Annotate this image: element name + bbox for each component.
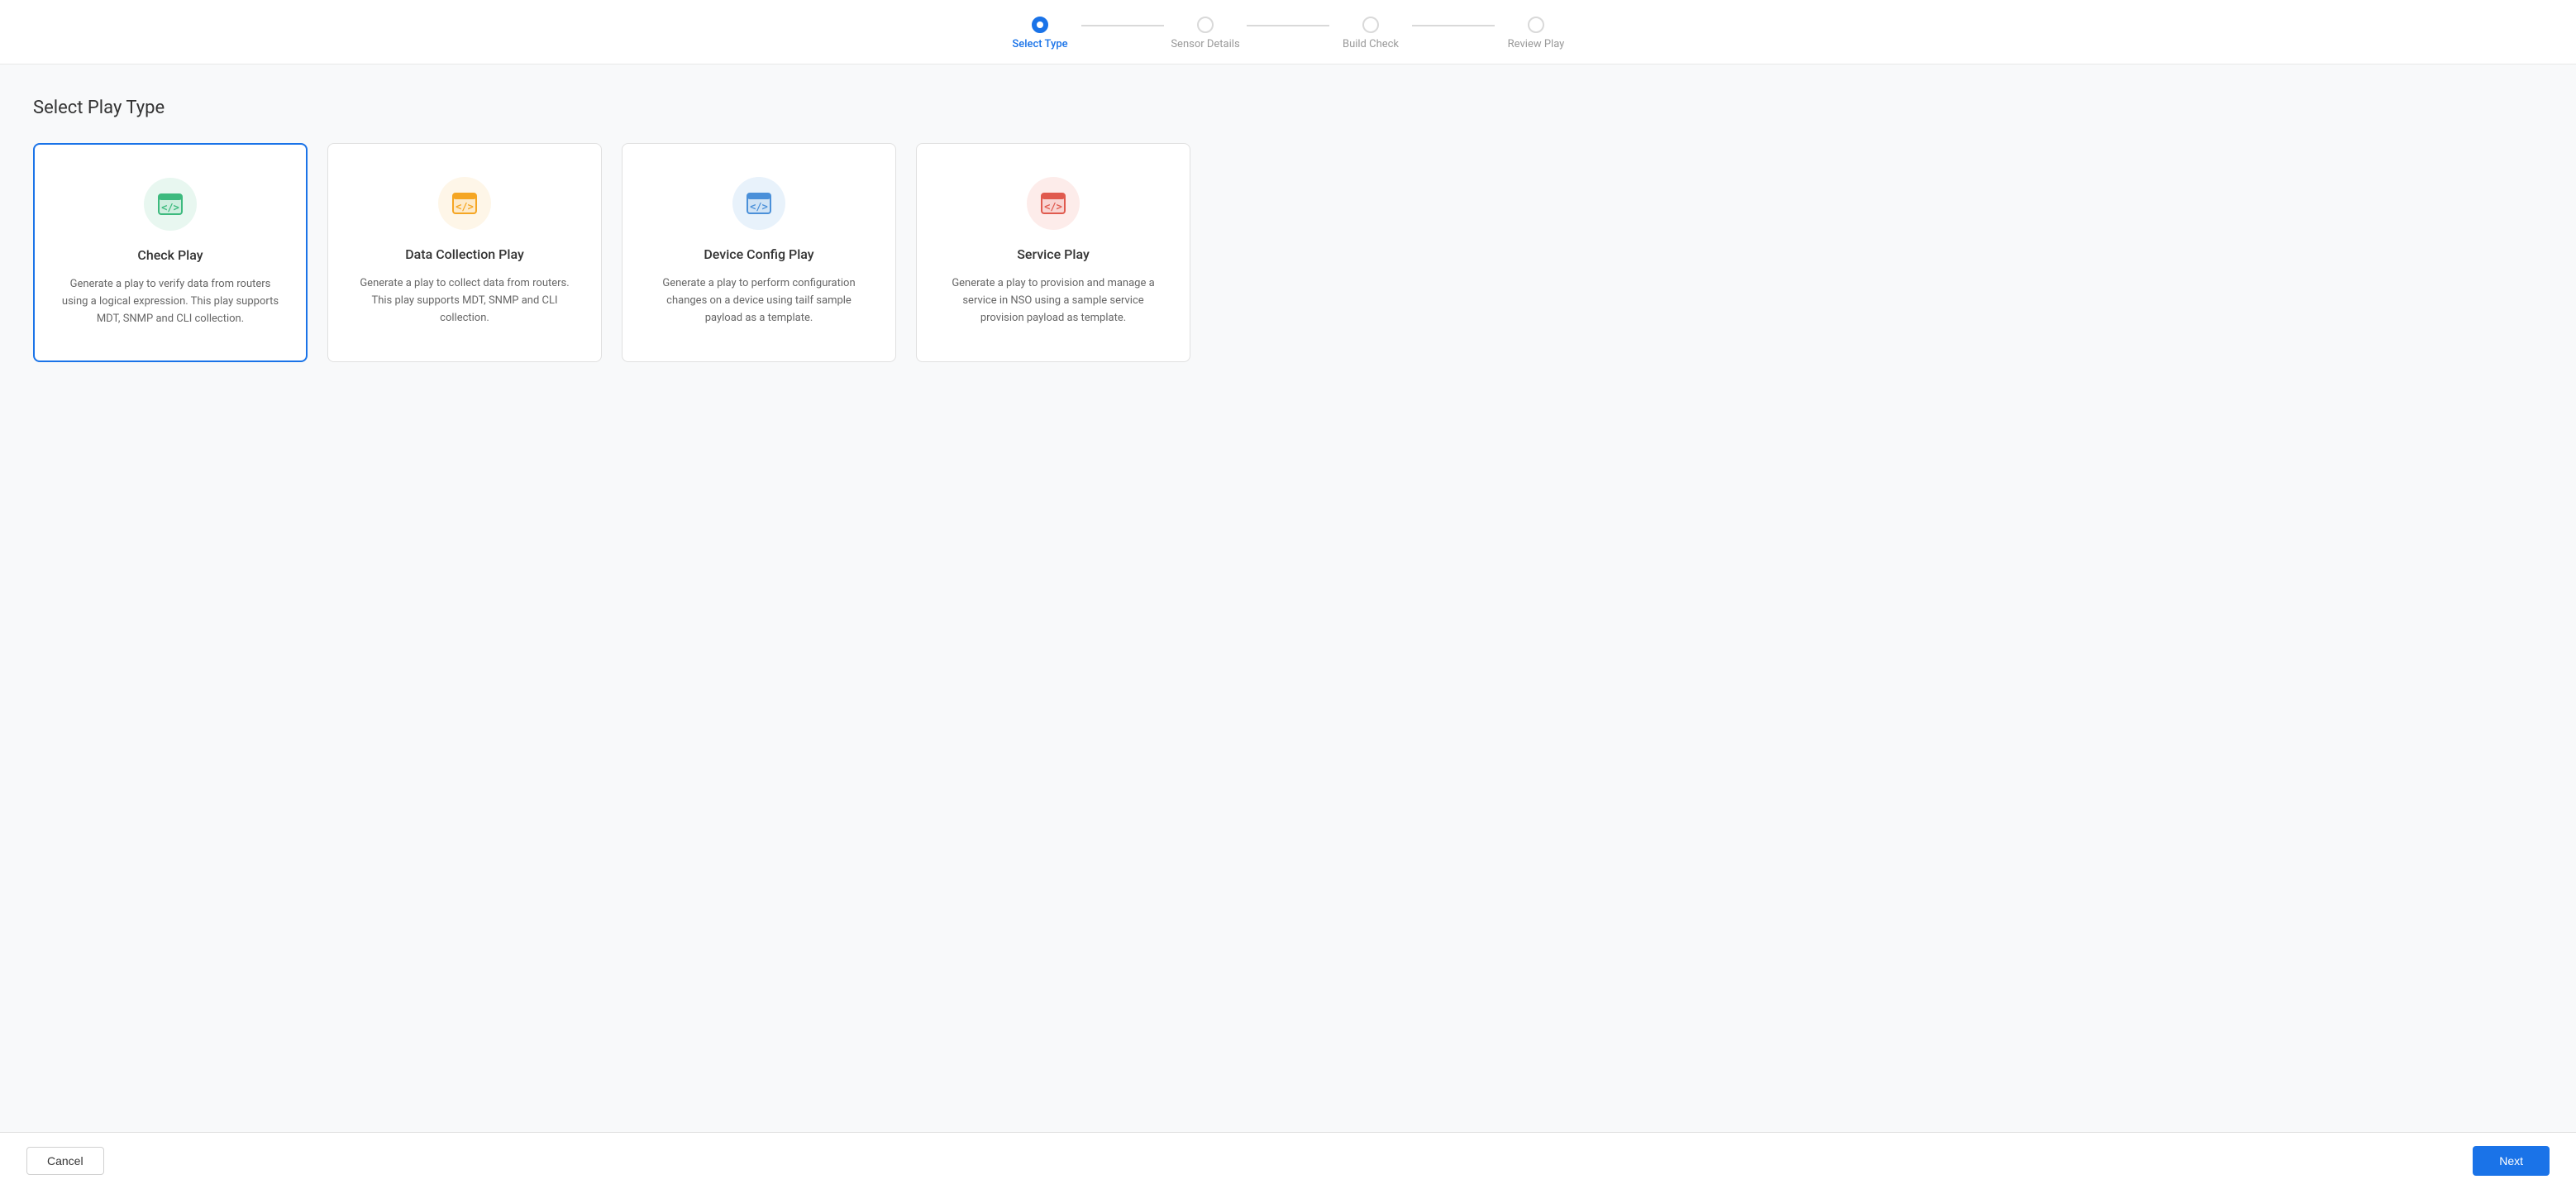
code-icon-device-config-play: </> bbox=[746, 190, 772, 217]
step-circle-select-type bbox=[1032, 17, 1048, 33]
step-circle-review-play bbox=[1528, 17, 1544, 33]
step-sensor-details[interactable]: Sensor Details bbox=[1164, 17, 1247, 50]
svg-text:</>: </> bbox=[750, 201, 768, 212]
card-title-check-play: Check Play bbox=[137, 247, 203, 263]
card-data-collection-play[interactable]: </> Data Collection Play Generate a play… bbox=[327, 143, 602, 362]
card-icon-service-play: </> bbox=[1027, 177, 1080, 230]
step-review-play[interactable]: Review Play bbox=[1495, 17, 1577, 50]
card-check-play[interactable]: </> Check Play Generate a play to verify… bbox=[33, 143, 308, 362]
card-description-data-collection-play: Generate a play to collect data from rou… bbox=[353, 275, 576, 327]
svg-text:</>: </> bbox=[1044, 201, 1062, 212]
code-icon-service-play: </> bbox=[1040, 190, 1066, 217]
main-content: Select Play Type </> Check Play Generate… bbox=[0, 64, 2576, 1189]
card-title-device-config-play: Device Config Play bbox=[704, 246, 813, 262]
svg-text:</>: </> bbox=[161, 202, 179, 213]
step-build-check[interactable]: Build Check bbox=[1329, 17, 1412, 50]
code-icon-data-collection-play: </> bbox=[451, 190, 478, 217]
step-label-build-check: Build Check bbox=[1343, 38, 1399, 50]
card-description-device-config-play: Generate a play to perform configuration… bbox=[647, 275, 871, 327]
step-label-select-type: Select Type bbox=[1012, 38, 1067, 50]
card-title-data-collection-play: Data Collection Play bbox=[405, 246, 524, 262]
card-description-check-play: Generate a play to verify data from rout… bbox=[60, 276, 281, 327]
next-button[interactable]: Next bbox=[2473, 1146, 2550, 1176]
card-title-service-play: Service Play bbox=[1017, 246, 1090, 262]
step-connector-1 bbox=[1081, 25, 1164, 26]
cancel-button[interactable]: Cancel bbox=[26, 1147, 104, 1175]
code-icon-check-play: </> bbox=[157, 191, 184, 217]
step-select-type[interactable]: Select Type bbox=[999, 17, 1081, 50]
step-circle-sensor-details bbox=[1197, 17, 1214, 33]
step-connector-3 bbox=[1412, 25, 1495, 26]
cards-grid: </> Check Play Generate a play to verify… bbox=[33, 143, 1190, 362]
footer: Cancel Next bbox=[0, 1132, 2576, 1189]
stepper: Select Type Sensor Details Build Check Revi… bbox=[0, 0, 2576, 64]
card-icon-check-play: </> bbox=[144, 178, 197, 231]
card-device-config-play[interactable]: </> Device Config Play Generate a play t… bbox=[622, 143, 896, 362]
step-label-sensor-details: Sensor Details bbox=[1171, 38, 1239, 50]
card-service-play[interactable]: </> Service Play Generate a play to prov… bbox=[916, 143, 1190, 362]
card-icon-data-collection-play: </> bbox=[438, 177, 491, 230]
step-connector-2 bbox=[1247, 25, 1329, 26]
card-description-service-play: Generate a play to provision and manage … bbox=[942, 275, 1165, 327]
svg-text:</>: </> bbox=[456, 201, 474, 212]
step-circle-build-check bbox=[1362, 17, 1379, 33]
step-label-review-play: Review Play bbox=[1508, 38, 1565, 50]
page-title: Select Play Type bbox=[33, 98, 2543, 118]
card-icon-device-config-play: </> bbox=[732, 177, 785, 230]
